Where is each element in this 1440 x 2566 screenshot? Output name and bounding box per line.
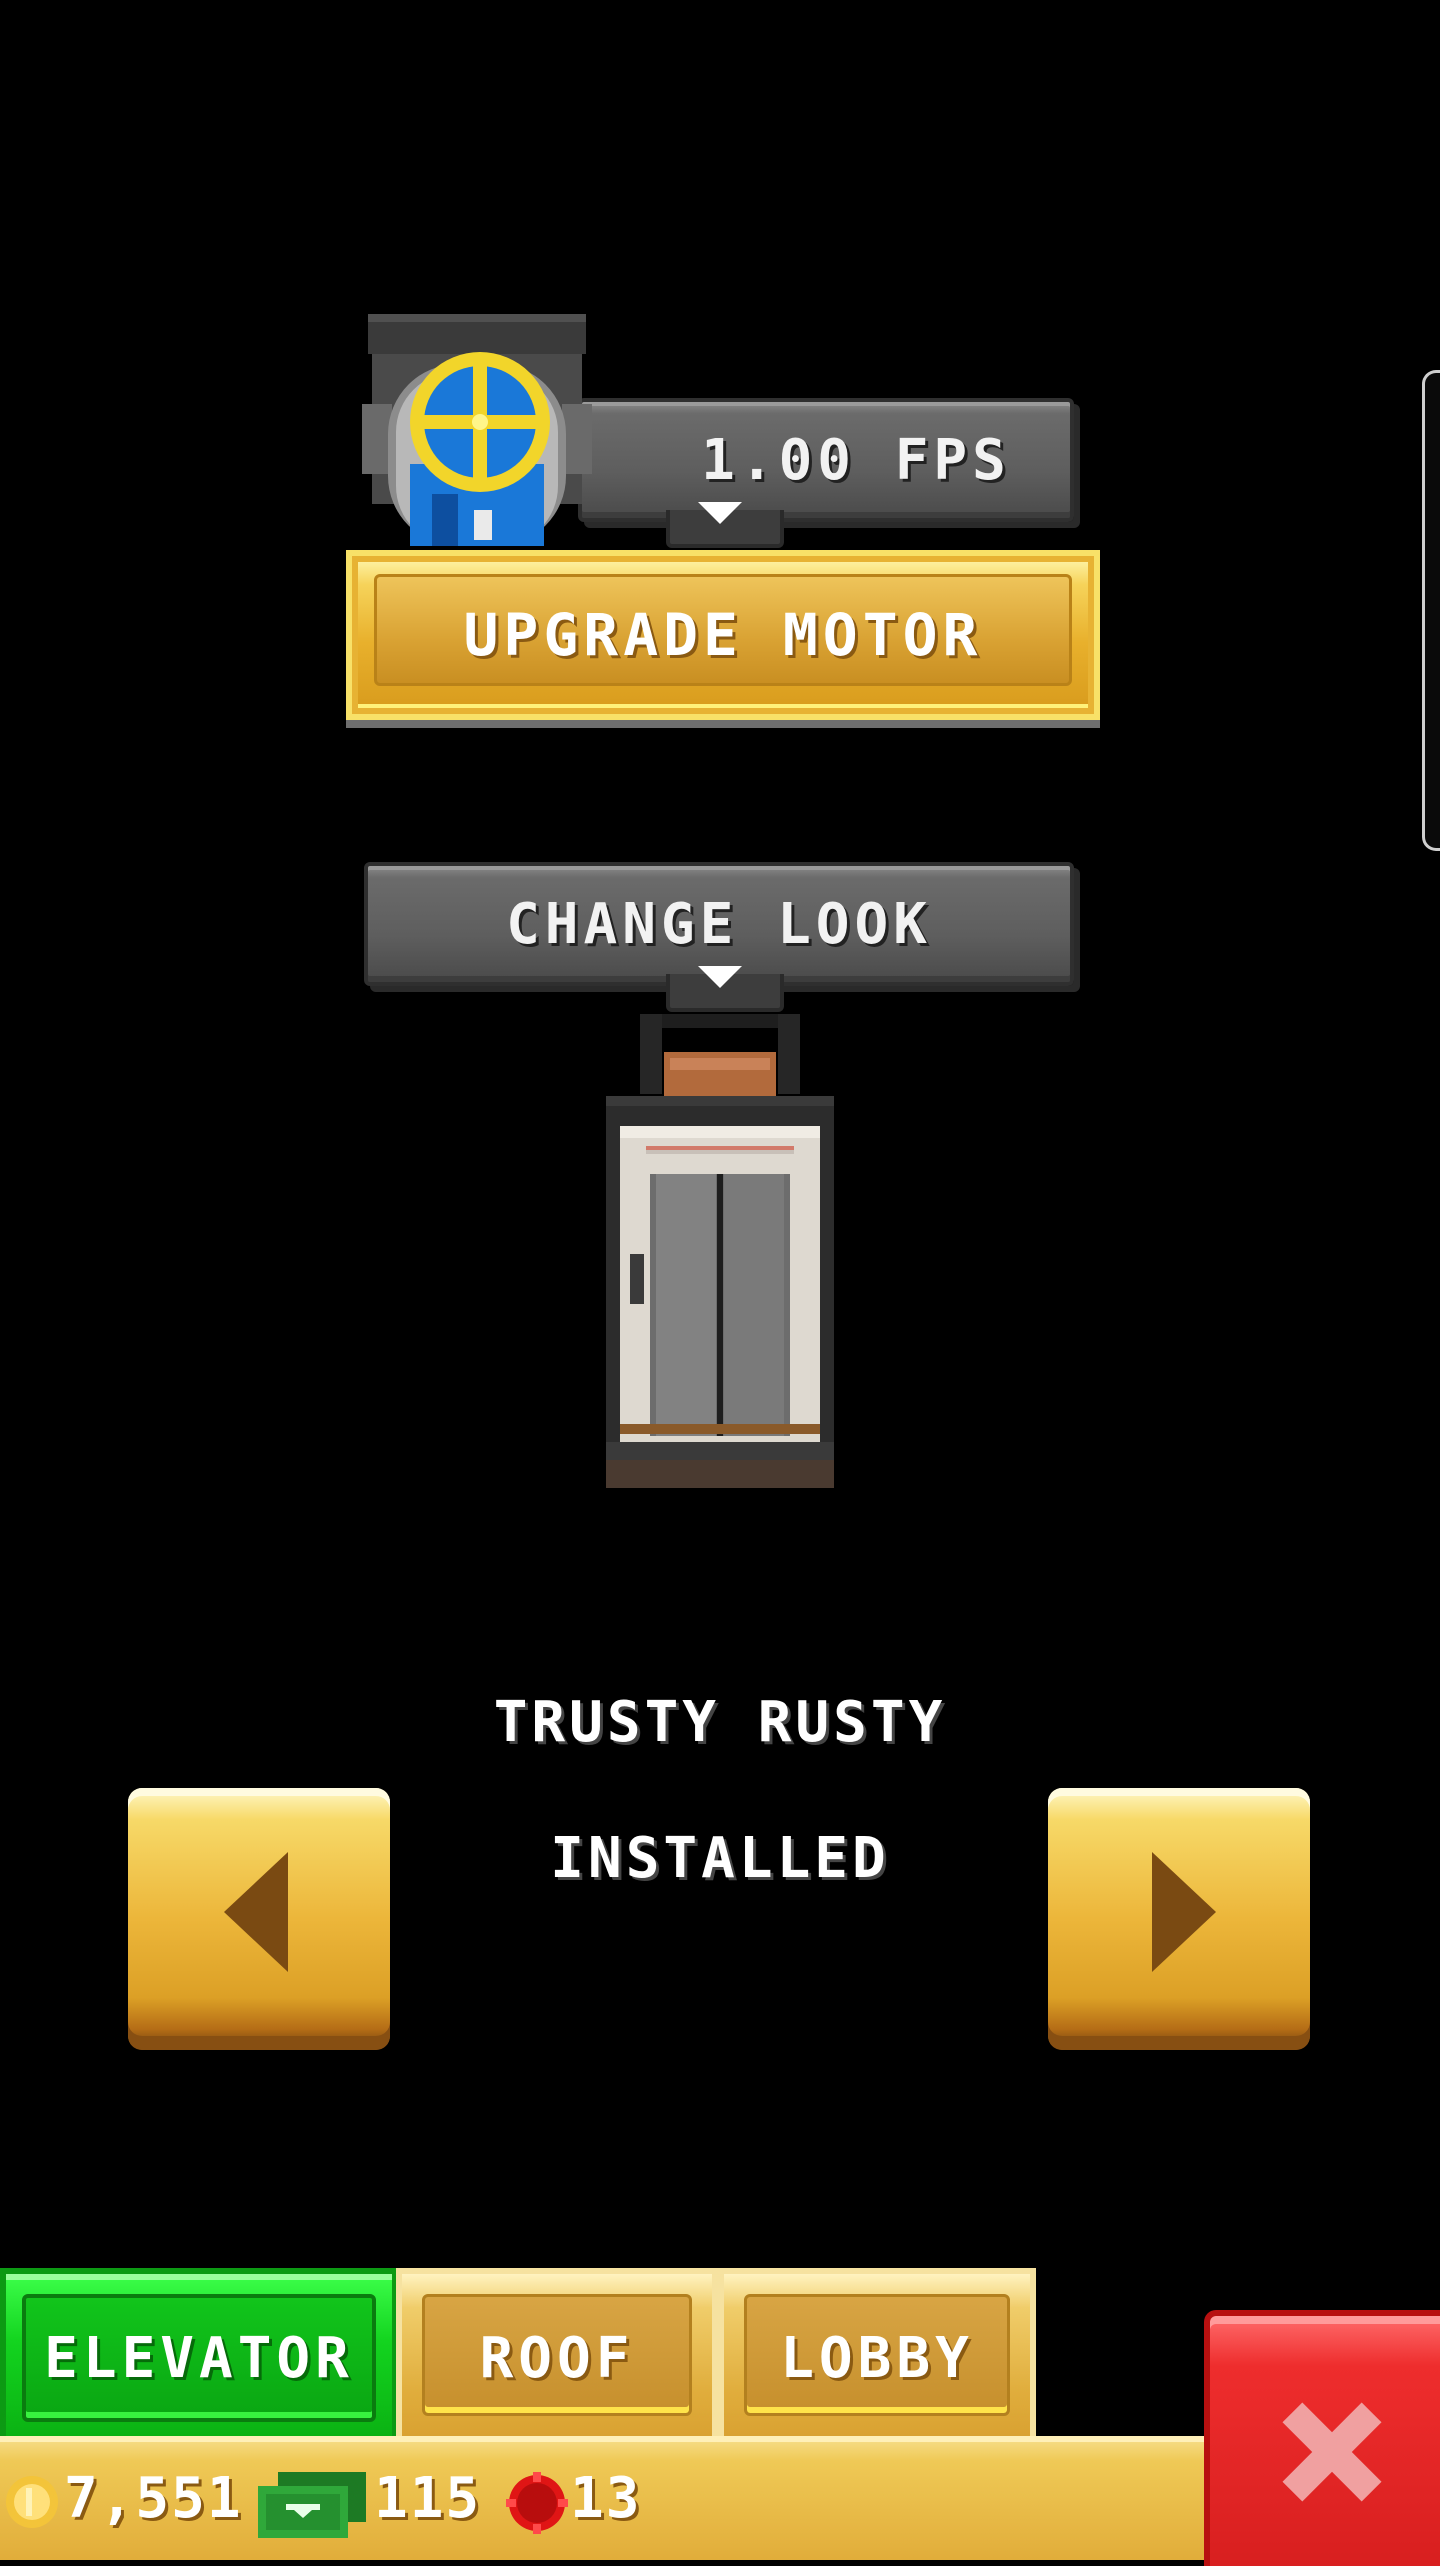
upgrade-motor-label: UPGRADE MOTOR [463,601,983,669]
look-name: TRUSTY RUSTY [493,1690,947,1755]
arrow-right-icon [1152,1852,1216,1972]
motor-speed-label: 1.00 FPS [701,427,1011,493]
close-x-icon [1276,2396,1388,2508]
tab-elevator[interactable]: ELEVATOR [0,2268,398,2448]
coin-icon [4,2474,60,2530]
tab-lobby-label: LOBBY [780,2325,974,2391]
coins-count: 7,551 [64,2465,243,2531]
bux-cash-icon [258,2472,366,2538]
chevron-down-icon [698,966,742,988]
prev-look-button[interactable] [128,1788,390,2050]
scroll-indicator[interactable] [1422,370,1440,851]
bux-count: 115 [374,2465,482,2531]
elevator-car-icon [606,1014,834,1488]
motor-fan-icon [362,314,592,546]
tab-roof-label: ROOF [479,2325,635,2391]
tab-elevator-label: ELEVATOR [44,2325,354,2391]
arrow-left-icon [224,1852,288,1972]
change-look-label: CHANGE LOOK [506,891,932,957]
look-status: INSTALLED [550,1826,890,1891]
tokens-count: 13 [570,2465,642,2531]
next-look-button[interactable] [1048,1788,1310,2050]
upgrade-motor-button[interactable]: UPGRADE MOTOR [346,550,1100,720]
motor-speed-bar: 1.00 FPS [578,398,1074,522]
red-token-icon [506,2472,568,2534]
tab-lobby[interactable]: LOBBY [718,2268,1036,2448]
chevron-down-icon [698,502,742,524]
close-button[interactable] [1204,2310,1440,2566]
tab-roof[interactable]: ROOF [396,2268,718,2448]
